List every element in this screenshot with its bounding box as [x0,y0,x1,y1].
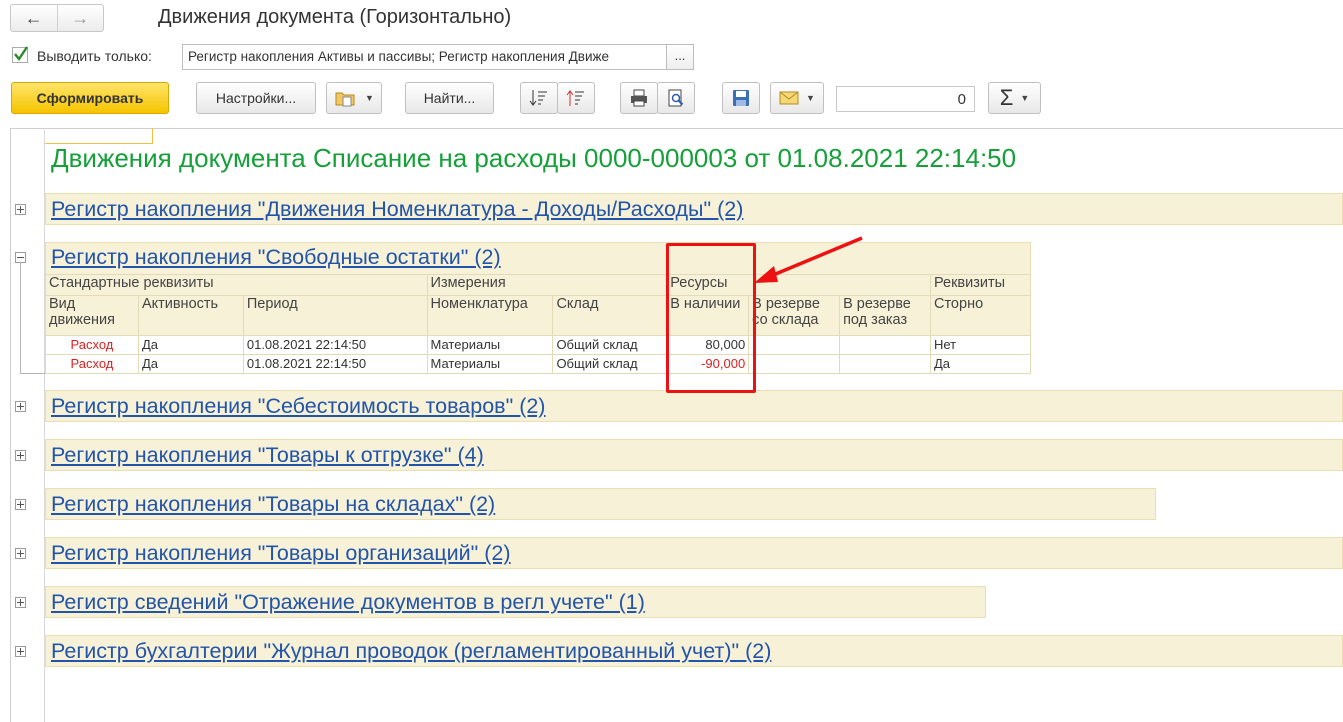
output-only-checkbox[interactable] [12,46,28,63]
expand-icon[interactable] [15,646,26,657]
sum-menu-button[interactable]: Σ ▼ [988,82,1041,114]
envelope-icon [779,91,799,105]
table-cell: Да [137,354,244,374]
register-link[interactable]: Регистр накопления "Движения Номенклатур… [51,197,743,222]
column-header: Склад [552,295,668,336]
annotation-arrow-icon [754,236,863,283]
register-link[interactable]: Регистр бухгалтерии "Журнал проводок (ре… [51,639,771,664]
nav-buttons: ← → [10,4,104,32]
table-cell: Нет [929,335,1032,355]
find-button[interactable]: Найти... [405,82,494,114]
register-filter-field[interactable]: Регистр накопления Активы и пассивы; Рег… [182,44,667,70]
settings-button[interactable]: Настройки... [196,82,316,114]
column-header: Номенклатура [426,295,554,336]
output-only-label: Выводить только: [37,48,152,64]
table-cell [748,335,841,355]
group-header-attributes: Реквизиты [929,274,1032,296]
free-balance-table: Стандартные реквизиты Измерения Ресурсы … [45,274,1032,374]
chevron-down-icon: ▼ [806,93,815,103]
save-icon [733,90,749,106]
register-link[interactable]: Регистр накопления "Себестоимость товаро… [51,394,545,419]
column-header: В резерве под заказ [839,295,931,336]
table-cell: 01.08.2021 22:14:50 [242,354,428,374]
register-link[interactable]: Регистр накопления "Товары на складах" (… [51,492,495,517]
sort-ascending-icon [566,90,584,106]
sort-descending-icon [529,90,547,106]
column-header: Период [242,295,428,336]
window-title: Движения документа (Горизонтально) [158,6,512,28]
register-link[interactable]: Регистр накопления "Товары организаций" … [51,541,511,566]
expand-icon[interactable] [15,499,26,510]
generate-button[interactable]: Сформировать [11,82,169,114]
sort-ascending-button[interactable] [557,82,595,114]
folder-settings-icon [335,92,355,107]
active-cell-marker [45,128,153,144]
table-cell: Материалы [426,354,554,374]
preview-button[interactable] [657,82,695,114]
register-link[interactable]: Регистр накопления "Товары к отгрузке" (… [51,443,484,468]
register-link[interactable]: Регистр сведений "Отражение документов в… [51,590,645,615]
table-cell: Да [137,335,244,355]
column-header: Активность [137,295,244,336]
table-cell: Материалы [426,335,554,355]
table-cell [839,354,931,374]
highlight-box [666,243,756,393]
column-header: В резерве со склада [748,295,841,336]
selected-sum-field[interactable]: 0 [836,86,975,112]
table-row: Расход Да 01.08.2021 22:14:50 Материалы … [45,335,1032,355]
sum-icon: Σ [999,85,1014,110]
table-cell: Общий склад [552,335,668,355]
column-header: Вид движения [45,295,139,336]
expand-icon[interactable] [15,204,26,215]
chevron-down-icon: ▼ [365,93,374,103]
table-cell [839,335,931,355]
chevron-down-icon: ▼ [1020,93,1030,103]
checkmark-icon [14,46,28,62]
table-cell [748,354,841,374]
table-cell: 01.08.2021 22:14:50 [242,335,428,355]
forward-icon[interactable]: → [56,5,104,31]
expand-icon[interactable] [15,548,26,559]
document-title: Движения документа Списание на расходы 0… [51,143,1017,173]
column-header: Сторно [929,295,1032,336]
movement-type-cell: Расход [45,354,139,374]
sort-descending-button[interactable] [520,82,558,114]
back-icon[interactable]: ← [11,5,57,31]
group-header-dimensions: Измерения [426,274,668,296]
register-link[interactable]: Регистр накопления "Свободные остатки" (… [51,245,501,270]
table-row: Расход Да 01.08.2021 22:14:50 Материалы … [45,354,1032,374]
table-cell: Общий склад [552,354,668,374]
expand-icon[interactable] [15,401,26,412]
send-email-button[interactable]: ▼ [770,82,824,114]
variants-menu-button[interactable]: ▼ [326,82,382,114]
save-button[interactable] [722,82,760,114]
printer-icon [631,89,647,107]
table-cell: Да [929,354,1032,374]
group-header-standard: Стандартные реквизиты [45,274,428,296]
select-registers-button[interactable]: ... [666,44,694,70]
print-preview-icon [668,89,684,107]
expand-icon[interactable] [15,597,26,608]
group-bracket [20,262,45,374]
movement-type-cell: Расход [45,335,139,355]
expand-icon[interactable] [15,450,26,461]
print-button[interactable] [620,82,658,114]
